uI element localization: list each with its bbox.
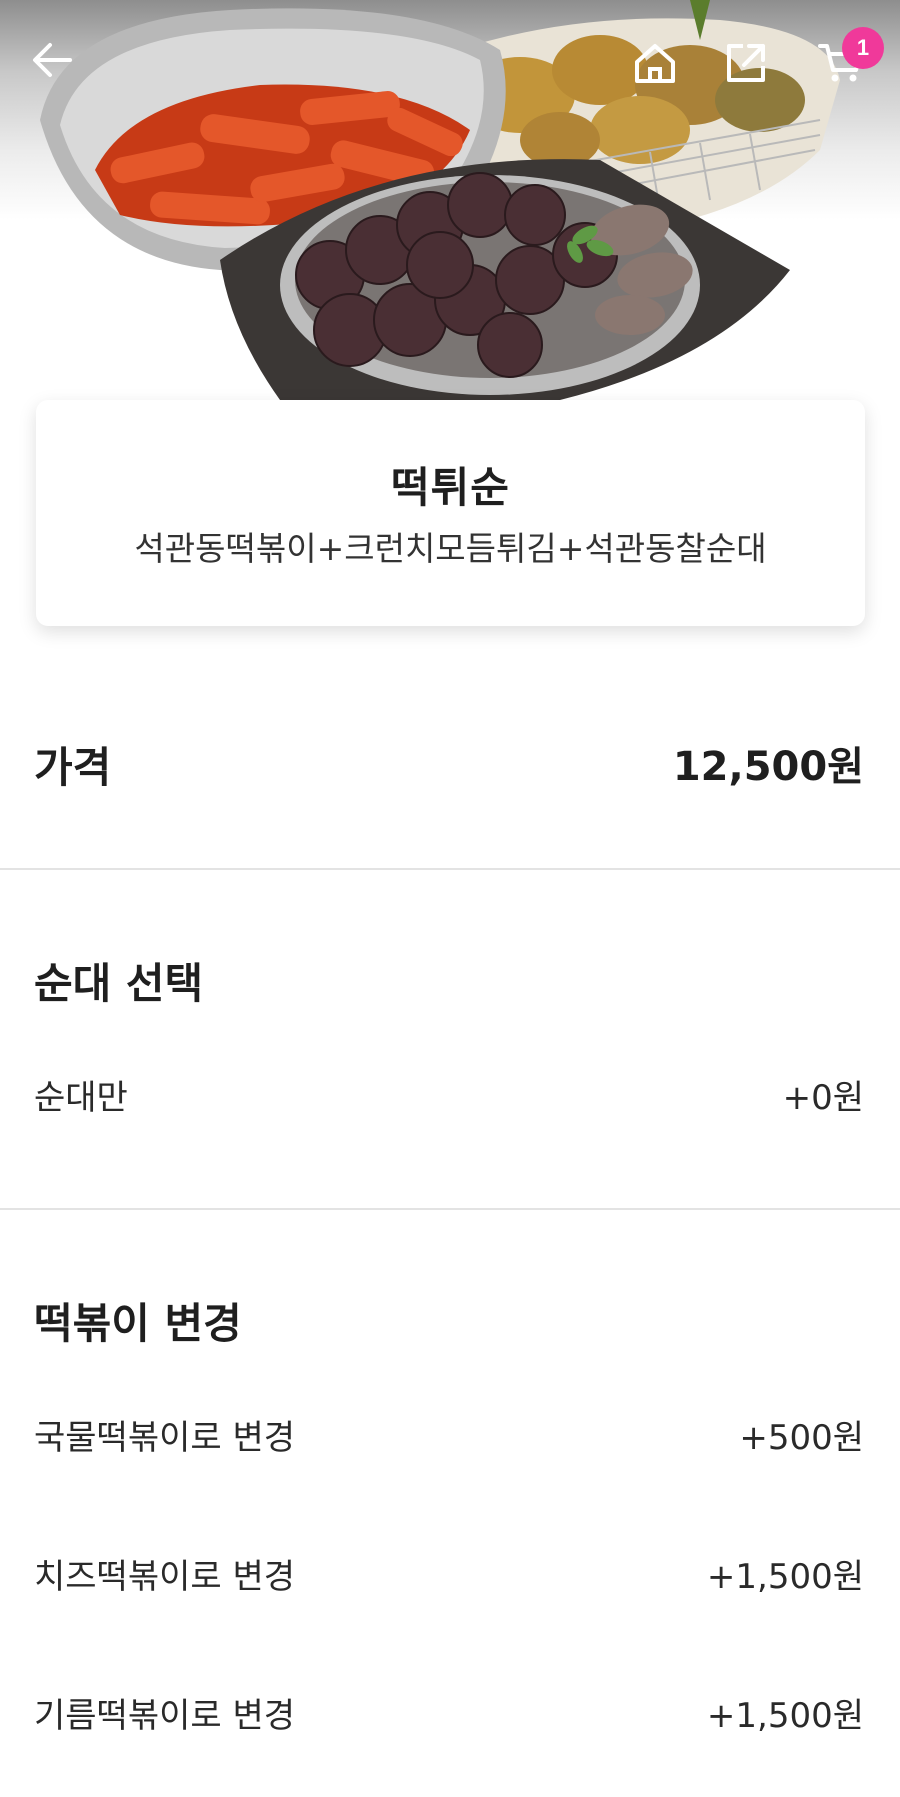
option-price: +0원 bbox=[782, 1078, 864, 1118]
cart-count-badge: 1 bbox=[842, 27, 884, 69]
option-label: 치즈떡볶이로 변경 bbox=[34, 1557, 296, 1597]
option-price: +500원 bbox=[739, 1418, 864, 1458]
section-title-tteokbokki: 떡볶이 변경 bbox=[34, 1299, 242, 1348]
arrow-left-icon bbox=[33, 43, 72, 77]
divider bbox=[0, 868, 900, 870]
home-icon bbox=[635, 44, 675, 83]
option-row[interactable]: 국물떡볶이로 변경 +500원 bbox=[0, 1392, 900, 1472]
product-info-card: 떡튀순 석관동떡볶이+크런치모듬튀김+석관동찰순대 bbox=[36, 400, 865, 626]
option-row[interactable]: 기름떡볶이로 변경 +1,500원 bbox=[0, 1670, 900, 1750]
back-button[interactable] bbox=[32, 42, 82, 92]
divider bbox=[0, 1208, 900, 1210]
product-hero-image: 1 bbox=[0, 0, 900, 400]
option-price: +1,500원 bbox=[706, 1557, 864, 1597]
price-value: 12,500원 bbox=[672, 744, 864, 790]
option-label: 순대만 bbox=[34, 1078, 128, 1118]
option-row[interactable]: 순대만 +0원 bbox=[0, 1052, 900, 1132]
section-title-sundae: 순대 선택 bbox=[34, 959, 204, 1008]
option-price: +1,500원 bbox=[706, 1696, 864, 1736]
option-label: 국물떡볶이로 변경 bbox=[34, 1418, 296, 1458]
option-row[interactable]: 치즈떡볶이로 변경 +1,500원 bbox=[0, 1531, 900, 1611]
share-icon bbox=[727, 44, 765, 82]
home-button[interactable] bbox=[633, 42, 683, 92]
product-name: 떡튀순 bbox=[391, 463, 510, 512]
share-button[interactable] bbox=[725, 42, 775, 92]
product-description: 석관동떡볶이+크런치모듬튀김+석관동찰순대 bbox=[134, 529, 767, 568]
price-label: 가격 bbox=[34, 743, 112, 792]
option-label: 기름떡볶이로 변경 bbox=[34, 1696, 296, 1736]
